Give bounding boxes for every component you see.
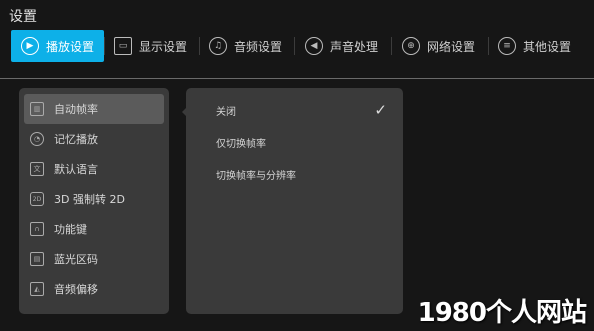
- settings-menu: ▥ 自动帧率 ◔ 记忆播放 文 默认语言 2D 3D 强制转 2D ∩ 功能键 …: [19, 88, 169, 314]
- tab-label: 播放设置: [46, 39, 95, 54]
- tab-label: 音频设置: [234, 39, 283, 54]
- menu-item-label: 默认语言: [54, 163, 98, 176]
- menu-item-resume-playback[interactable]: ◔ 记忆播放: [24, 124, 164, 154]
- globe-icon: ⊕: [402, 37, 420, 55]
- tab-audio-settings[interactable]: ♫ 音频设置: [209, 30, 282, 62]
- menu-item-bluray-region[interactable]: ▤ 蓝光区码: [24, 244, 164, 274]
- watermark: 1980个人网站: [417, 298, 587, 328]
- page-title: 设置: [9, 9, 37, 25]
- tab-separator: [199, 37, 200, 55]
- function-key-icon: ∩: [30, 222, 44, 236]
- menu-item-3d-to-2d[interactable]: 2D 3D 强制转 2D: [24, 184, 164, 214]
- options-panel: 关闭 ✓ 仅切换帧率 切换帧率与分辨率: [186, 88, 403, 314]
- tab-separator: [391, 37, 392, 55]
- menu-item-label: 3D 强制转 2D: [54, 193, 125, 206]
- tab-divider: [0, 78, 594, 79]
- tab-separator: [488, 37, 489, 55]
- menu-icon: ≡: [498, 37, 516, 55]
- menu-item-label: 记忆播放: [54, 133, 98, 146]
- checkmark-icon: ✓: [374, 101, 387, 119]
- tab-label: 声音处理: [330, 39, 379, 54]
- menu-item-label: 功能键: [54, 223, 87, 236]
- menu-item-label: 蓝光区码: [54, 253, 98, 266]
- option-label: 切换帧率与分辨率: [216, 170, 296, 182]
- menu-item-label: 音频偏移: [54, 283, 98, 296]
- option-label: 关闭: [216, 106, 236, 118]
- play-icon: ▶: [21, 37, 39, 55]
- tab-playback-settings[interactable]: ▶ 播放设置: [11, 30, 105, 62]
- option-framerate-and-resolution[interactable]: 切换帧率与分辨率: [186, 158, 403, 190]
- tab-sound-processing[interactable]: ◀ 声音处理: [305, 30, 378, 62]
- tab-label: 网络设置: [427, 39, 476, 54]
- option-framerate-only[interactable]: 仅切换帧率: [186, 126, 403, 158]
- language-icon: 文: [30, 162, 44, 176]
- audio-icon: ♫: [209, 37, 227, 55]
- menu-item-function-key[interactable]: ∩ 功能键: [24, 214, 164, 244]
- audio-offset-icon: ◭: [30, 282, 44, 296]
- option-label: 仅切换帧率: [216, 138, 266, 150]
- tab-display-settings[interactable]: ▭ 显示设置: [114, 30, 187, 62]
- menu-item-default-language[interactable]: 文 默认语言: [24, 154, 164, 184]
- tab-label: 显示设置: [139, 39, 188, 54]
- tab-bar: ▶ 播放设置 ▭ 显示设置 ♫ 音频设置 ◀ 声音处理 ⊕ 网络设置 ≡ 其他设…: [0, 30, 594, 66]
- speaker-icon: ◀: [305, 37, 323, 55]
- tab-separator: [294, 37, 295, 55]
- display-icon: ▭: [114, 37, 132, 55]
- tab-other-settings[interactable]: ≡ 其他设置: [498, 30, 571, 62]
- clock-icon: ◔: [30, 132, 44, 146]
- menu-item-label: 自动帧率: [54, 103, 98, 116]
- menu-item-audio-offset[interactable]: ◭ 音频偏移: [24, 274, 164, 304]
- framerate-icon: ▥: [30, 102, 44, 116]
- option-off[interactable]: 关闭 ✓: [186, 94, 403, 126]
- 2d-icon: 2D: [30, 192, 44, 206]
- tab-label: 其他设置: [523, 39, 572, 54]
- menu-item-auto-framerate[interactable]: ▥ 自动帧率: [24, 94, 164, 124]
- bluray-icon: ▤: [30, 252, 44, 266]
- tab-separator: [104, 37, 105, 55]
- tab-network-settings[interactable]: ⊕ 网络设置: [402, 30, 475, 62]
